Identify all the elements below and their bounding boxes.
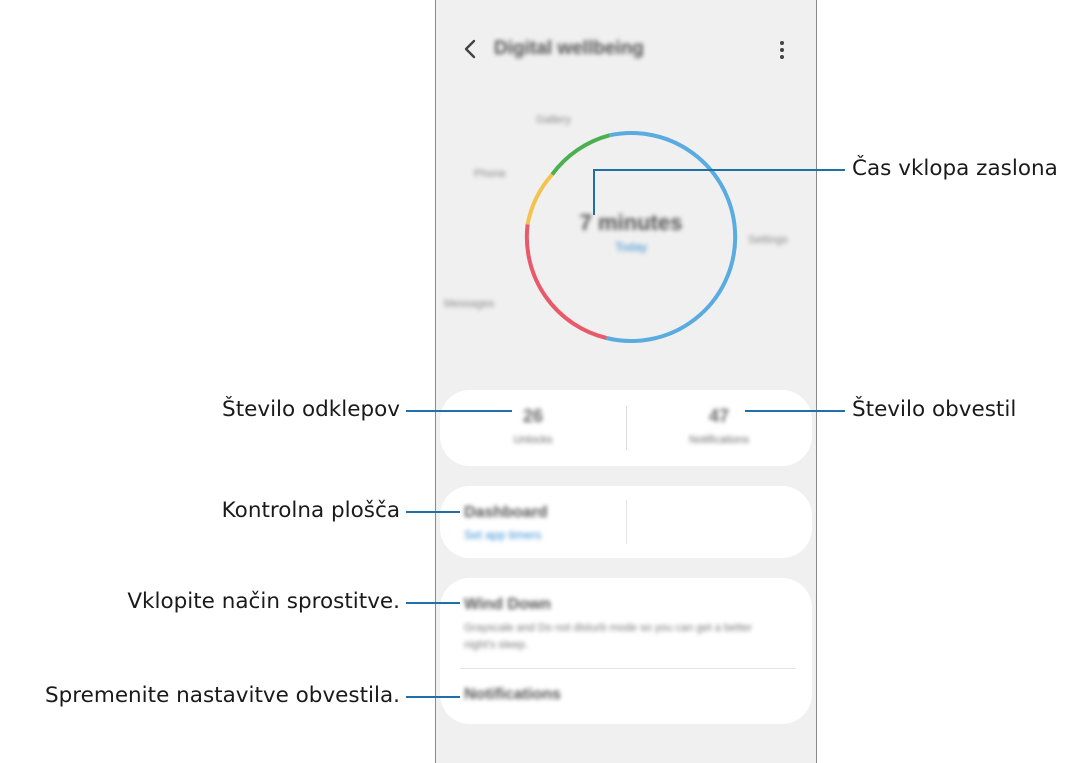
dashboard-title: Dashboard [464,504,548,521]
dashboard-card[interactable]: Dashboard Set app timers [440,486,812,558]
wind-down-title: Wind Down [464,596,551,613]
dashboard-divider [626,500,627,544]
back-arrow-icon[interactable] [458,36,484,62]
wind-down-description: Grayscale and Do not disturb mode so you… [464,622,752,651]
settings-card: Wind Down Grayscale and Do not disturb m… [440,578,812,724]
unlocks-stat[interactable]: 26 Unlocks [440,390,626,466]
segment-label-messages: Messages [444,298,495,310]
usage-stats-card: 26 Unlocks 47 Notifications [440,390,812,466]
screen-time-value: 7 minutes [579,210,683,235]
screen-time-period: Today [614,240,648,254]
wind-down-item[interactable]: Wind Down Grayscale and Do not disturb m… [440,578,812,668]
notifications-title: Notifications [464,686,561,703]
page-title: Digital wellbeing [494,38,644,59]
callout-notification-settings: Spremenite nastavitve obvestila. [44,683,400,708]
unlocks-label: Unlocks [513,434,553,446]
screen-time-donut-chart[interactable] [516,122,746,352]
segment-label-phone: Phone [474,168,506,180]
callout-wind-down: Vklopite način sprostitve. [127,589,400,614]
callout-unlocks: Število odklepov [222,397,400,422]
more-vert-icon[interactable] [772,38,792,62]
segment-label-settings: Settings [748,234,788,246]
donut-segment-phone [525,173,554,225]
segment-label-gallery: Gallery [536,114,571,126]
callout-screen-time: Čas vklopa zaslona [852,156,1058,181]
callout-notifications-count: Število obvestil [852,397,1017,422]
notifications-item[interactable]: Notifications [440,669,812,724]
app-bar: Digital wellbeing [436,0,816,100]
notifications-stat[interactable]: 47 Notifications [626,390,812,466]
phone-screen: Digital wellbeing Gallery Phone Settings… [435,0,817,763]
notifications-value: 47 [708,406,730,426]
donut-segment-settings [605,131,738,343]
callout-dashboard: Kontrolna plošča [221,498,400,523]
unlocks-value: 26 [522,406,544,426]
donut-segment-gallery [550,133,610,176]
notifications-label: Notifications [689,434,749,446]
dashboard-subtitle: Set app timers [464,528,542,542]
